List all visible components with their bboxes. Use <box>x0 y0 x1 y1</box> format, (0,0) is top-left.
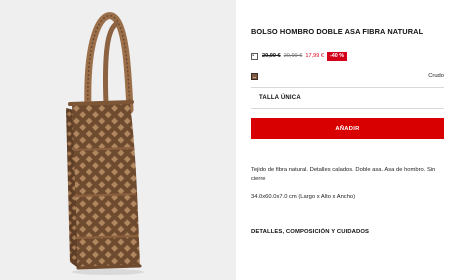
original-price: 29,99 € <box>262 53 281 59</box>
current-price: 17,99 € <box>305 53 325 59</box>
price-row: 29,99 € 20,99 € 17,99 € -40 % <box>251 51 444 61</box>
product-image[interactable] <box>0 0 236 280</box>
woven-bag-illustration <box>66 12 144 275</box>
product-title: BOLSO HOMBRO DOBLE ASA FIBRA NATURAL <box>251 27 424 36</box>
product-info-panel: BOLSO HOMBRO DOBLE ASA FIBRA NATURAL 29,… <box>251 0 444 280</box>
discount-badge: -40 % <box>327 51 348 61</box>
product-page: BOLSO HOMBRO DOBLE ASA FIBRA NATURAL 29,… <box>0 0 475 280</box>
previous-price: 20,99 € <box>283 53 303 59</box>
color-selector[interactable]: Crudo <box>251 71 444 81</box>
price-tag-icon <box>251 52 258 60</box>
add-to-cart-button[interactable]: AÑADIR <box>251 118 444 139</box>
size-selector[interactable]: TALLA ÚNICA <box>251 87 444 109</box>
details-composition-care-link[interactable]: DETALLES, COMPOSICIÓN Y CUIDADOS <box>251 229 444 235</box>
color-name: Crudo <box>428 73 444 79</box>
product-description: Tejido de fibra natural. Detalles calado… <box>251 167 436 183</box>
product-dimensions: 34.0x60.0x7.0 cm (Largo x Alto x Ancho) <box>251 194 356 200</box>
size-label: TALLA ÚNICA <box>259 95 301 101</box>
color-swatch-icon[interactable] <box>251 72 258 80</box>
